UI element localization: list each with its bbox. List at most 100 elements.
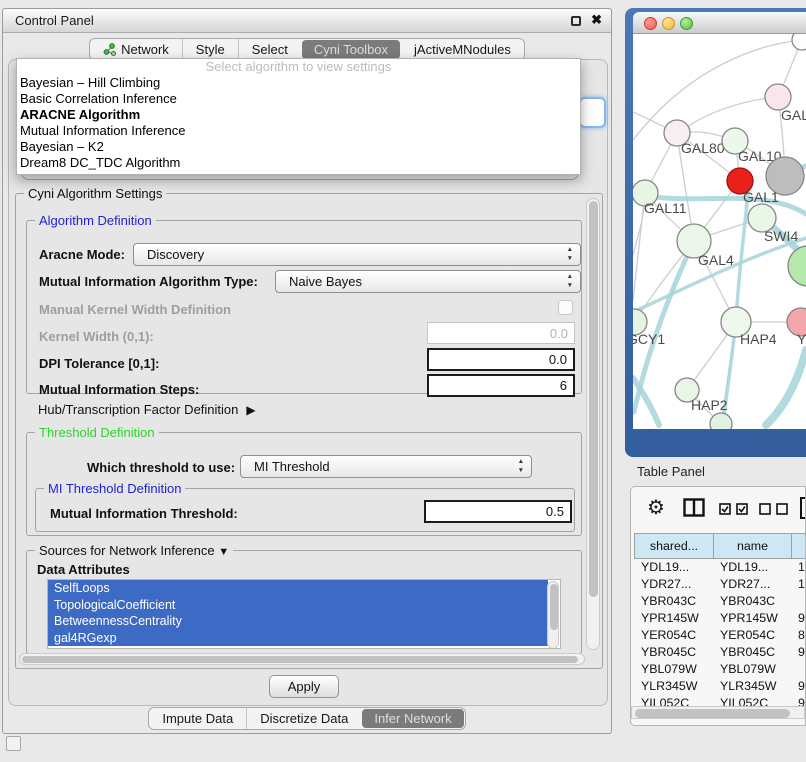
- aracne-mode-value: Discovery: [134, 247, 204, 262]
- table-row[interactable]: YPR145WYPR145W9.: [634, 610, 806, 627]
- network-node[interactable]: [788, 246, 806, 286]
- tab-label: Cyni Toolbox: [314, 42, 388, 57]
- mi-algorithm-type-combobox[interactable]: Naive Bayes ▲▼: [275, 270, 581, 293]
- tab-label: jActiveMNodules: [414, 42, 511, 57]
- tab-network[interactable]: Network: [90, 39, 182, 60]
- screen: Control Panel ✖ Network Style: [0, 0, 806, 762]
- data-attribute-item[interactable]: TopologicalCoefficient: [48, 597, 548, 614]
- table-cell: YIL052C: [713, 695, 791, 706]
- data-attribute-item[interactable]: BetweennessCentrality: [48, 613, 548, 630]
- expand-right-icon: ▶: [246, 403, 255, 417]
- collapsed-panel-icon[interactable]: [6, 736, 21, 751]
- algorithm-definition-title: Algorithm Definition: [35, 213, 156, 228]
- algorithm-dropdown-list: Bayesian – Hill ClimbingBasic Correlatio…: [17, 75, 580, 171]
- tab-style[interactable]: Style: [182, 39, 238, 60]
- split-columns-icon[interactable]: [683, 498, 705, 517]
- sources-title-text: Sources for Network Inference: [39, 543, 215, 558]
- float-window-icon[interactable]: [571, 16, 581, 26]
- table-cell: 13: [791, 559, 806, 576]
- column-header[interactable]: [791, 533, 806, 559]
- network-node-label: GAL80: [681, 140, 725, 156]
- algorithm-option[interactable]: Dream8 DC_TDC Algorithm: [17, 155, 580, 171]
- network-graph: GALGAL80GAL10GAL1GAL11SWI4GAL4GCY1HAP4YH…: [633, 34, 806, 429]
- network-window-titlebar[interactable]: [633, 12, 806, 34]
- algorithm-option[interactable]: ARACNE Algorithm: [17, 107, 580, 123]
- tab-impute-data[interactable]: Impute Data: [149, 708, 246, 729]
- table-row[interactable]: YDR27...YDR27...12: [634, 576, 806, 593]
- mi-algorithm-type-label: Mutual Information Algorithm Type:: [39, 274, 258, 289]
- table-cell: YBR045C: [713, 644, 791, 661]
- threshold-definition-group: Threshold Definition Which threshold to …: [26, 432, 582, 536]
- bottom-tabstrip: Impute Data Discretize Data Infer Networ…: [3, 707, 611, 730]
- table-row[interactable]: YBR045CYBR045C9.: [634, 644, 806, 661]
- network-node[interactable]: [710, 413, 732, 429]
- scrollbar-thumb[interactable]: [635, 709, 790, 718]
- kernel-width-field[interactable]: 0.0: [427, 322, 575, 344]
- tab-label: Style: [196, 42, 225, 57]
- table-row[interactable]: YLR345WYLR345W9.: [634, 678, 806, 695]
- table-row[interactable]: YER054CYER054C8.: [634, 627, 806, 644]
- network-node-label: GAL: [781, 107, 806, 123]
- dpi-tolerance-field[interactable]: 0.0: [427, 348, 575, 371]
- column-header[interactable]: name: [713, 533, 791, 559]
- data-attribute-item[interactable]: gal4RGexp: [48, 630, 548, 647]
- aracne-mode-label: Aracne Mode:: [39, 247, 125, 262]
- tab-select[interactable]: Select: [238, 39, 301, 60]
- tab-discretize-data[interactable]: Discretize Data: [246, 708, 361, 729]
- algorithm-combobox-focus-fragment[interactable]: [579, 97, 606, 128]
- algorithm-option[interactable]: Bayesian – Hill Climbing: [17, 75, 580, 91]
- table-cell: YDR27...: [634, 576, 713, 593]
- manual-kernel-checkbox[interactable]: [558, 300, 573, 315]
- table-panel-window: ⚙ shared...name YDL19...YDL19...13YDR27.: [630, 486, 806, 726]
- tab-jactivemnodules[interactable]: jActiveMNodules: [401, 39, 524, 60]
- scrollbar-thumb[interactable]: [550, 584, 558, 630]
- table-cell: 9.: [791, 644, 806, 661]
- tab-cyni-toolbox[interactable]: Cyni Toolbox: [302, 40, 400, 59]
- table-row[interactable]: YDL19...YDL19...13: [634, 559, 806, 576]
- mac-close-icon[interactable]: [644, 17, 657, 30]
- settings-horizontal-scrollbar[interactable]: [19, 653, 585, 665]
- network-node-label: HAP4: [740, 331, 777, 347]
- tab-label: Discretize Data: [260, 711, 348, 726]
- close-icon[interactable]: ✖: [591, 12, 602, 28]
- gear-icon[interactable]: ⚙: [647, 495, 665, 520]
- deselect-all-checkboxes-icon[interactable]: [759, 503, 789, 515]
- attributes-list-scrollbar[interactable]: [547, 581, 559, 649]
- mi-steps-field[interactable]: 6: [427, 374, 575, 397]
- data-attributes-list[interactable]: SelfLoopsTopologicalCoefficientBetweenne…: [47, 579, 561, 649]
- column-header[interactable]: shared...: [634, 533, 713, 559]
- settings-vertical-scrollbar[interactable]: [586, 198, 600, 650]
- network-node[interactable]: [792, 34, 806, 50]
- network-view-window: GALGAL80GAL10GAL1GAL11SWI4GAL4GCY1HAP4YH…: [625, 8, 806, 457]
- table-panel-title: Table Panel: [637, 464, 705, 479]
- hub-definition-expander[interactable]: Hub/Transcription Factor Definition ▶: [38, 402, 256, 417]
- table-cell: YBL079W: [634, 661, 713, 678]
- combobox-arrows-icon: ▲▼: [567, 272, 573, 290]
- mi-threshold-field[interactable]: 0.5: [424, 500, 572, 523]
- scrollbar-thumb[interactable]: [589, 201, 598, 597]
- which-threshold-value: MI Threshold: [241, 459, 330, 474]
- algorithm-option[interactable]: Bayesian – K2: [17, 139, 580, 155]
- table-horizontal-scrollbar[interactable]: [631, 706, 805, 719]
- sources-group-title[interactable]: Sources for Network Inference ▼: [35, 543, 233, 558]
- algorithm-option[interactable]: Basic Correlation Inference: [17, 91, 580, 107]
- select-all-checkboxes-icon[interactable]: [719, 503, 749, 515]
- which-threshold-combobox[interactable]: MI Threshold ▲▼: [240, 455, 532, 478]
- mac-minimize-icon[interactable]: [662, 17, 675, 30]
- table-row[interactable]: YBL079WYBL079W: [634, 661, 806, 678]
- network-canvas[interactable]: GALGAL80GAL10GAL1GAL11SWI4GAL4GCY1HAP4YH…: [633, 34, 806, 429]
- table-cell: YBR045C: [634, 644, 713, 661]
- table-row[interactable]: YBR043CYBR043C: [634, 593, 806, 610]
- algorithm-option[interactable]: Mutual Information Inference: [17, 123, 580, 139]
- document-icon[interactable]: [799, 496, 806, 520]
- table-cell: YER054C: [713, 627, 791, 644]
- scrollbar-thumb[interactable]: [22, 656, 578, 663]
- mac-zoom-icon[interactable]: [680, 17, 693, 30]
- table-rows: YDL19...YDL19...13YDR27...YDR27...12YBR0…: [634, 559, 806, 706]
- table-cell: YDL19...: [713, 559, 791, 576]
- data-attribute-item[interactable]: SelfLoops: [48, 580, 548, 597]
- tab-infer-network[interactable]: Infer Network: [362, 709, 463, 728]
- apply-button[interactable]: Apply: [269, 675, 339, 698]
- aracne-mode-combobox[interactable]: Discovery ▲▼: [133, 243, 581, 266]
- table-row[interactable]: YIL052CYIL052C9.: [634, 695, 806, 706]
